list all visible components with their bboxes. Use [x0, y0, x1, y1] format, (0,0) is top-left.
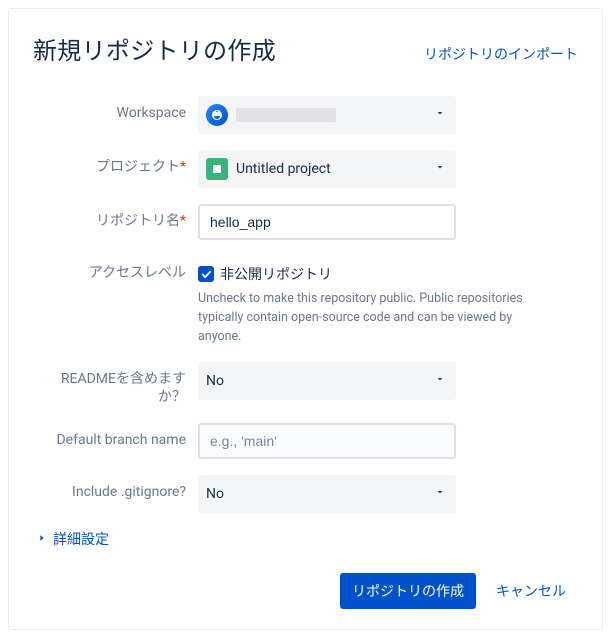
gitignore-label: Include .gitignore?: [33, 475, 198, 501]
row-access-level: アクセスレベル 非公開リポジトリ Uncheck to make this re…: [33, 256, 578, 346]
footer-actions: リポジトリの作成 キャンセル: [33, 573, 578, 609]
row-project: プロジェクト* Untitled project: [33, 150, 578, 188]
workspace-avatar-icon: [206, 104, 228, 126]
gitignore-select-value: No: [206, 486, 224, 502]
row-gitignore: Include .gitignore? No: [33, 475, 578, 513]
chevron-down-icon: [434, 486, 446, 502]
repo-name-input[interactable]: [198, 204, 456, 240]
row-repo-name: リポジトリ名*: [33, 204, 578, 240]
advanced-settings-toggle[interactable]: 詳細設定: [37, 529, 578, 549]
workspace-name-redacted: [236, 108, 336, 122]
chevron-down-icon: [434, 107, 446, 123]
create-repo-panel: 新規リポジトリの作成 リポジトリのインポート Workspace プロジェクト*: [8, 8, 603, 630]
panel-header: 新規リポジトリの作成 リポジトリのインポート: [33, 31, 578, 66]
private-checkbox-row[interactable]: 非公開リポジトリ: [198, 256, 578, 284]
private-checkbox[interactable]: [198, 266, 214, 282]
chevron-down-icon: [434, 161, 446, 177]
readme-select[interactable]: No: [198, 362, 456, 400]
page-title: 新規リポジトリの作成: [33, 31, 276, 66]
row-default-branch: Default branch name: [33, 423, 578, 459]
gitignore-select[interactable]: No: [198, 475, 456, 513]
access-helper-text: Uncheck to make this repository public. …: [198, 290, 558, 346]
workspace-label: Workspace: [33, 96, 198, 122]
project-label: プロジェクト*: [33, 150, 198, 176]
cancel-button[interactable]: キャンセル: [484, 573, 578, 609]
workspace-select[interactable]: [198, 96, 456, 134]
project-select-value: Untitled project: [236, 161, 331, 177]
project-select[interactable]: Untitled project: [198, 150, 456, 188]
project-avatar-icon: [206, 158, 228, 180]
advanced-settings-label: 詳細設定: [53, 529, 109, 549]
chevron-right-icon: [37, 531, 47, 547]
readme-label: READMEを含めますか？: [33, 362, 198, 406]
row-readme: READMEを含めますか？ No: [33, 362, 578, 406]
branch-label: Default branch name: [33, 423, 198, 449]
readme-select-value: No: [206, 373, 224, 389]
import-repo-link[interactable]: リポジトリのインポート: [424, 44, 578, 64]
access-label: アクセスレベル: [33, 256, 198, 282]
branch-input[interactable]: [198, 423, 456, 459]
row-workspace: Workspace: [33, 96, 578, 134]
repo-name-label: リポジトリ名*: [33, 204, 198, 230]
chevron-down-icon: [434, 373, 446, 389]
create-repo-button[interactable]: リポジトリの作成: [340, 573, 476, 609]
private-checkbox-label: 非公開リポジトリ: [220, 264, 332, 284]
